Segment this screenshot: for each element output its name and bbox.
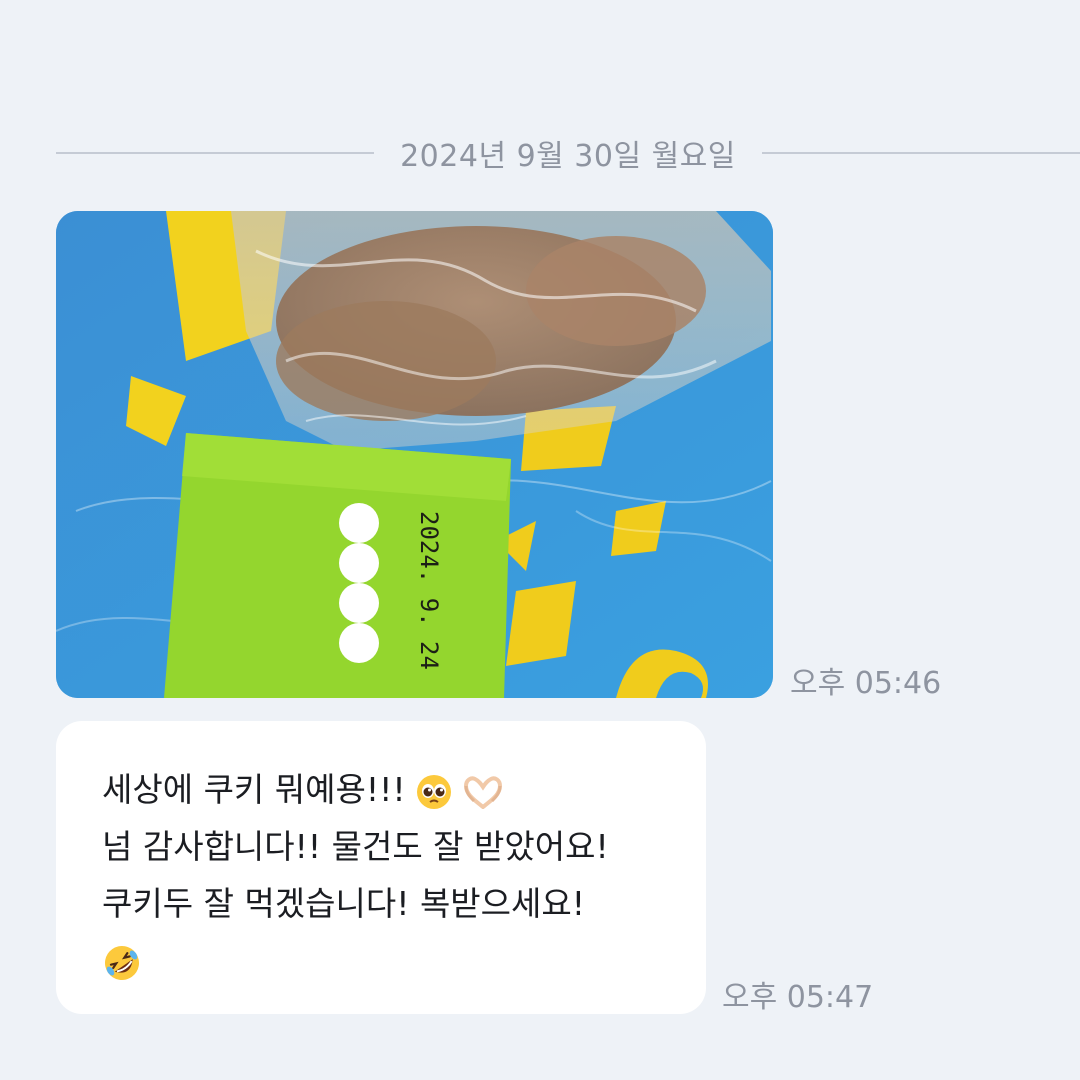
pleading-face-emoji (416, 774, 452, 810)
date-divider-label: 2024년 9월 30일 월요일 (400, 139, 736, 174)
message-line: 쿠키두 잘 먹겠습니다! 복받으세요! (102, 884, 585, 923)
photo-message[interactable]: 2024. 9. 24 (56, 211, 773, 698)
rolling-on-floor-laughing-emoji (102, 943, 142, 983)
package-note-date: 2024. 9. 24 (415, 511, 443, 670)
message-time: 오후 05:46 (790, 666, 942, 701)
message-line (102, 932, 686, 989)
message-line: 세상에 쿠키 뭐예용!!! (102, 761, 686, 818)
date-divider-line-left (56, 152, 375, 154)
date-divider: 2024년 9월 30일 월요일 (56, 130, 1080, 176)
heart-hands-emoji (462, 775, 504, 809)
message-line: 넘 감사합니다!! 물건도 잘 받았어요! (102, 827, 609, 866)
date-divider-line-right (761, 152, 1080, 154)
message-time: 오후 05:47 (722, 980, 874, 1015)
cookie-package-photo: 2024. 9. 24 (56, 211, 773, 698)
text-message-bubble[interactable]: 세상에 쿠키 뭐예용!!! 넘 감사합니다!! 물건도 잘 받았어요! 쿠키두 … (56, 721, 706, 1014)
